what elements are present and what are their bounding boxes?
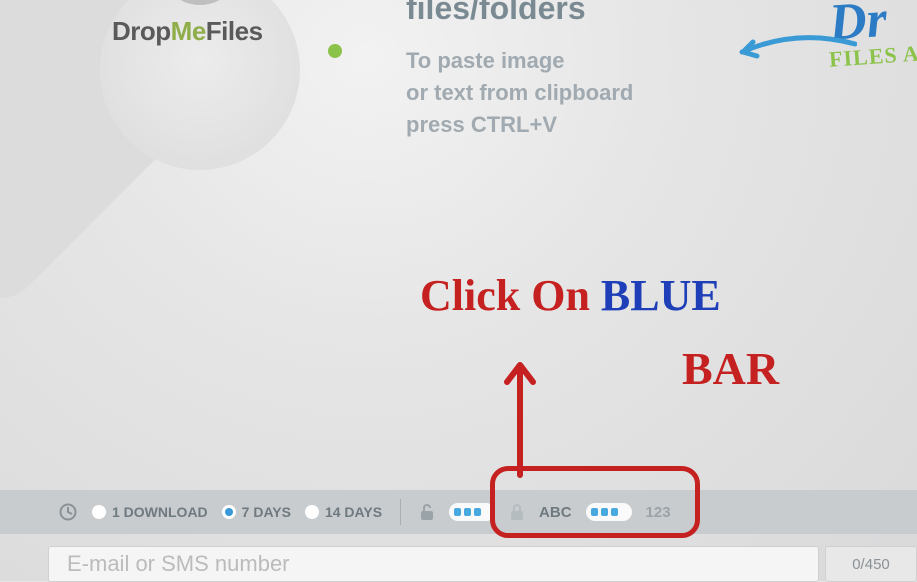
radio-icon-selected — [222, 505, 236, 519]
logo-me: Me — [171, 16, 206, 46]
instructions-line2: or text from clipboard — [406, 77, 633, 109]
instructions-block: files/folders To paste image or text fro… — [406, 0, 633, 141]
options-bar: 1 DOWNLOAD 7 DAYS 14 DAYS ABC 123 — [0, 490, 917, 534]
email-sms-input[interactable]: E-mail or SMS number — [48, 546, 819, 582]
annotation-clickon: Click On — [420, 271, 590, 320]
password-toggle-on[interactable] — [449, 503, 495, 521]
annotation-arrow-icon — [495, 350, 545, 480]
instructions-line3: press CTRL+V — [406, 109, 633, 141]
lock-closed-icon — [509, 503, 525, 521]
password-type-123[interactable]: 123 — [646, 504, 671, 521]
option-7-days[interactable]: 7 DAYS — [222, 504, 291, 520]
input-row: E-mail or SMS number 0/450 — [48, 546, 917, 582]
swoosh-arrow-icon — [737, 30, 857, 70]
password-type-abc[interactable]: ABC — [539, 504, 572, 521]
option-label: 7 DAYS — [242, 504, 291, 520]
option-label: 14 DAYS — [325, 504, 382, 520]
radio-icon — [305, 505, 319, 519]
password-type-toggle[interactable] — [586, 503, 632, 521]
option-1-download[interactable]: 1 DOWNLOAD — [92, 504, 208, 520]
annotation-bar: BAR — [682, 342, 779, 395]
logo-files: Files — [206, 16, 263, 46]
instructions-line1: To paste image — [406, 45, 633, 77]
radio-icon — [92, 505, 106, 519]
clock-icon — [58, 502, 78, 522]
input-placeholder: E-mail or SMS number — [67, 551, 290, 577]
site-logo: DropMeFiles — [112, 16, 263, 47]
lock-open-icon — [419, 503, 435, 521]
option-label: 1 DOWNLOAD — [112, 504, 208, 520]
logo-drop: Drop — [112, 16, 171, 46]
char-counter: 0/450 — [825, 546, 917, 582]
annotation-text: Click On BLUE — [420, 270, 721, 321]
option-14-days[interactable]: 14 DAYS — [305, 504, 382, 520]
annotation-blue: BLUE — [601, 271, 721, 320]
download-arrow-icon — [160, 0, 240, 5]
divider — [400, 499, 401, 525]
status-dot — [328, 44, 342, 58]
instructions-title: files/folders — [406, 0, 633, 27]
